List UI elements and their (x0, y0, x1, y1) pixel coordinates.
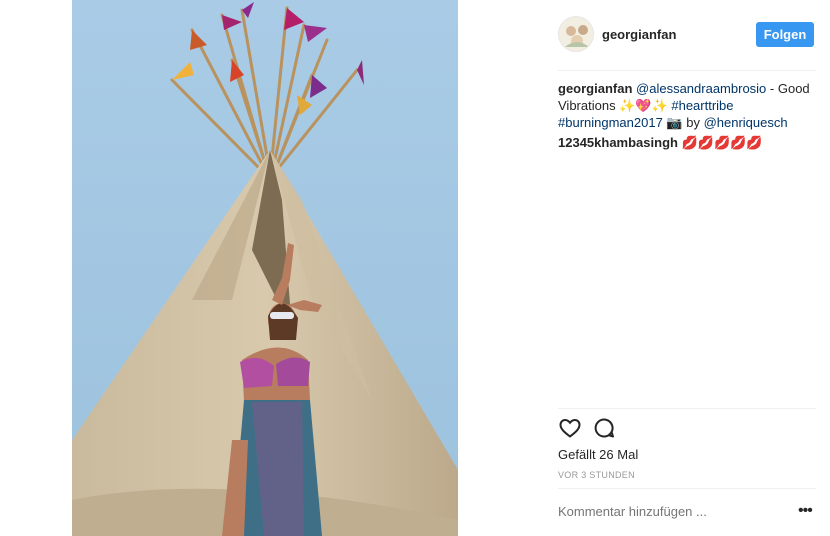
follow-button[interactable]: Folgen (756, 22, 814, 47)
comment-input[interactable] (558, 504, 778, 519)
left-gutter (0, 0, 72, 536)
header-username[interactable]: georgianfan (602, 27, 676, 42)
comment-text: 💋💋💋💋💋 (677, 135, 763, 150)
comment-item: 12345khambasingh 💋💋💋💋💋 (558, 134, 816, 151)
post-timestamp[interactable]: VOR 3 STUNDEN (558, 470, 635, 480)
caption-mention[interactable]: @alessandraambrosio (636, 81, 766, 96)
divider (558, 70, 816, 71)
comment-username[interactable]: 12345khambasingh (558, 135, 678, 150)
ellipsis-icon[interactable]: ••• (798, 503, 813, 519)
post-header: georgianfan Folgen (458, 0, 830, 70)
hashtag-burningman2017[interactable]: #burningman2017 (558, 115, 663, 130)
speech-bubble-icon[interactable] (592, 416, 616, 440)
like-count[interactable]: Gefällt 26 Mal (558, 447, 638, 462)
heart-outline-icon[interactable] (558, 416, 582, 440)
avatar[interactable] (558, 16, 594, 52)
caption-credit-text: 📷 by (662, 115, 704, 130)
avatar-image (559, 17, 593, 51)
post-photo[interactable] (72, 0, 458, 536)
caption-username[interactable]: georgianfan (558, 81, 632, 96)
caption-mention-photographer[interactable]: @henriquesch (704, 115, 788, 130)
divider (558, 408, 816, 409)
divider (558, 488, 816, 489)
photo-illustration (72, 0, 458, 536)
hashtag-hearttribe[interactable]: #hearttribe (671, 98, 733, 113)
post-details-panel: georgianfan Folgen georgianfan @alessand… (458, 0, 830, 536)
post-caption: georgianfan @alessandraambrosio - Good V… (558, 80, 816, 131)
